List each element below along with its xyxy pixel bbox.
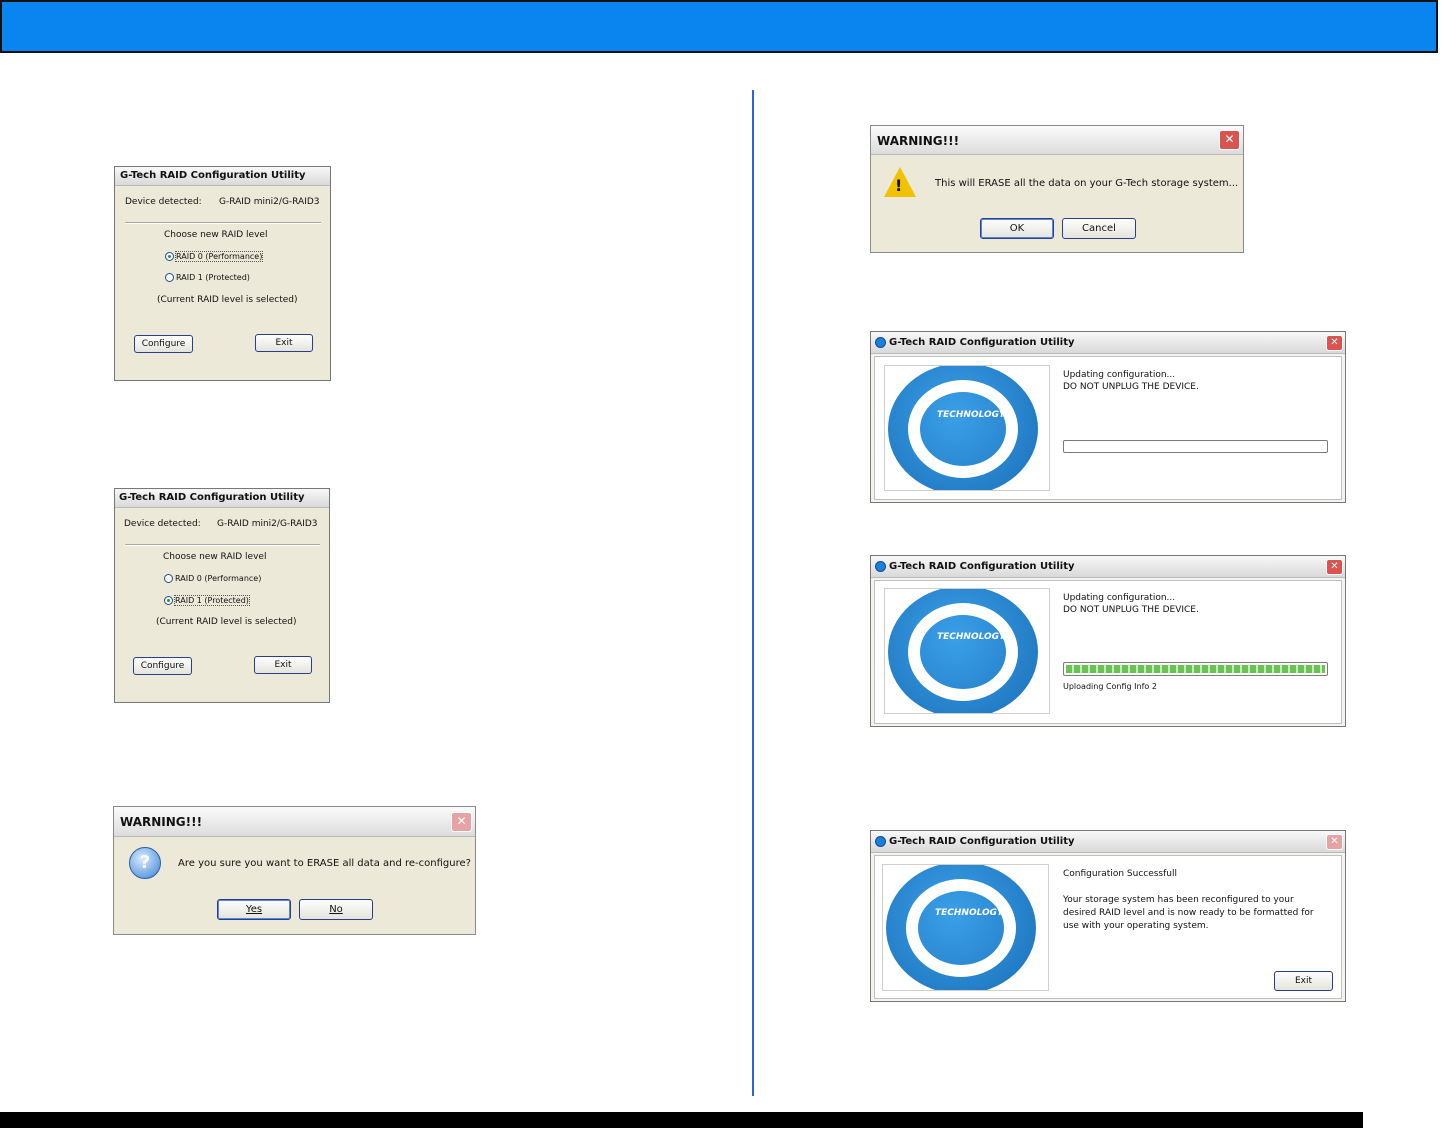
confirm-message: Are you sure you want to ERASE all data …: [178, 858, 471, 869]
device-label: Device detected:: [124, 519, 201, 529]
dialog-title: WARNING!!!: [120, 815, 203, 829]
configure-button[interactable]: Configure: [133, 657, 192, 675]
dialog-title: G-Tech RAID Configuration Utility: [889, 561, 1075, 572]
close-icon[interactable]: ✕: [1219, 130, 1240, 150]
success-dialog: G-Tech RAID Configuration Utility ✕ TECH…: [870, 830, 1346, 1002]
g-technology-logo: TECHNOLOGY: [884, 365, 1050, 491]
logo-text: TECHNOLOGY: [937, 632, 1006, 642]
raid1-label[interactable]: RAID 1 (Protected): [174, 595, 250, 606]
success-body-3: use with your operating system.: [1063, 921, 1209, 931]
confirm-erase-dialog: WARNING!!! ✕ ? Are you sure you want to …: [113, 806, 476, 935]
device-label: Device detected:: [125, 197, 202, 207]
close-icon[interactable]: ✕: [1326, 559, 1343, 575]
raid-note: (Current RAID level is selected): [156, 617, 297, 627]
column-divider: [752, 90, 754, 1096]
separator: [125, 222, 321, 224]
choose-label: Choose new RAID level: [163, 552, 267, 562]
dialog-title: WARNING!!!: [877, 134, 960, 148]
success-body-2: desired RAID level and is now ready to b…: [1063, 908, 1314, 918]
title-bar: WARNING!!! ✕: [114, 807, 475, 837]
exit-button[interactable]: Exit: [255, 334, 313, 352]
yes-label: Yes: [245, 904, 263, 915]
separator: [125, 544, 320, 546]
raid-note: (Current RAID level is selected): [157, 295, 298, 305]
no-label: No: [329, 904, 343, 915]
progress-bar: [1063, 662, 1328, 676]
raid-config-dialog-raid0: G-Tech RAID Configuration Utility Device…: [114, 166, 331, 381]
erase-warning-dialog: WARNING!!! ✕ ! This will ERASE all the d…: [870, 125, 1244, 253]
success-heading: Configuration Successfull: [1063, 869, 1177, 879]
close-icon[interactable]: ✕: [451, 812, 472, 832]
title-bar: G-Tech RAID Configuration Utility ✕: [871, 556, 1345, 578]
no-button[interactable]: No: [299, 899, 373, 920]
status-line-2: DO NOT UNPLUG THE DEVICE.: [1063, 382, 1199, 392]
header-bar: [0, 0, 1438, 53]
configure-button[interactable]: Configure: [134, 335, 193, 353]
logo-text: TECHNOLOGY: [937, 410, 1006, 420]
app-icon: [875, 337, 886, 348]
exit-button[interactable]: Exit: [254, 656, 312, 674]
progress-fill: [1066, 665, 1325, 673]
ok-button[interactable]: OK: [980, 218, 1054, 239]
progress-dialog-start: G-Tech RAID Configuration Utility ✕ TECH…: [870, 331, 1346, 503]
logo-text: TECHNOLOGY: [935, 908, 1004, 918]
close-icon[interactable]: ✕: [1326, 335, 1343, 351]
dialog-title: G-Tech RAID Configuration Utility: [119, 492, 305, 503]
dialog-title: G-Tech RAID Configuration Utility: [120, 170, 306, 181]
progress-status: Uploading Config Info 2: [1063, 682, 1157, 691]
g-technology-logo: TECHNOLOGY: [882, 864, 1049, 991]
dialog-title: G-Tech RAID Configuration Utility: [889, 337, 1075, 348]
raid1-radio[interactable]: [165, 273, 174, 282]
close-icon[interactable]: ✕: [1326, 834, 1343, 850]
success-body-1: Your storage system has been reconfigure…: [1063, 895, 1294, 905]
raid-config-dialog-raid1: G-Tech RAID Configuration Utility Device…: [114, 488, 330, 703]
raid0-label[interactable]: RAID 0 (Performance): [175, 574, 261, 583]
raid0-label[interactable]: RAID 0 (Performance): [174, 251, 264, 262]
status-line-2: DO NOT UNPLUG THE DEVICE.: [1063, 605, 1199, 615]
warning-message: This will ERASE all the data on your G-T…: [935, 178, 1239, 189]
device-value: G-RAID mini2/G-RAID3: [217, 519, 318, 529]
question-icon: ?: [129, 847, 161, 879]
g-technology-logo: TECHNOLOGY: [884, 588, 1050, 714]
raid0-radio[interactable]: [164, 574, 173, 583]
title-bar: WARNING!!! ✕: [871, 126, 1243, 155]
status-line-1: Updating configuration...: [1063, 593, 1176, 603]
raid1-radio[interactable]: [164, 596, 173, 605]
choose-label: Choose new RAID level: [164, 230, 268, 240]
raid1-label[interactable]: RAID 1 (Protected): [176, 273, 250, 282]
title-bar: G-Tech RAID Configuration Utility: [115, 167, 330, 186]
progress-dialog-complete: G-Tech RAID Configuration Utility ✕ TECH…: [870, 555, 1346, 727]
raid0-radio[interactable]: [165, 252, 174, 261]
exit-button[interactable]: Exit: [1274, 971, 1333, 991]
yes-button[interactable]: Yes: [217, 899, 291, 920]
app-icon: [875, 561, 886, 572]
footer-bar: [0, 1112, 1363, 1128]
progress-bar: [1063, 440, 1328, 453]
app-icon: [875, 836, 886, 847]
title-bar: G-Tech RAID Configuration Utility: [115, 489, 329, 508]
warning-exclamation: !: [895, 176, 903, 195]
status-line-1: Updating configuration...: [1063, 370, 1176, 380]
dialog-title: G-Tech RAID Configuration Utility: [889, 836, 1075, 847]
title-bar: G-Tech RAID Configuration Utility ✕: [871, 332, 1345, 354]
cancel-button[interactable]: Cancel: [1062, 218, 1136, 239]
device-value: G-RAID mini2/G-RAID3: [219, 197, 320, 207]
title-bar: G-Tech RAID Configuration Utility ✕: [871, 831, 1345, 853]
